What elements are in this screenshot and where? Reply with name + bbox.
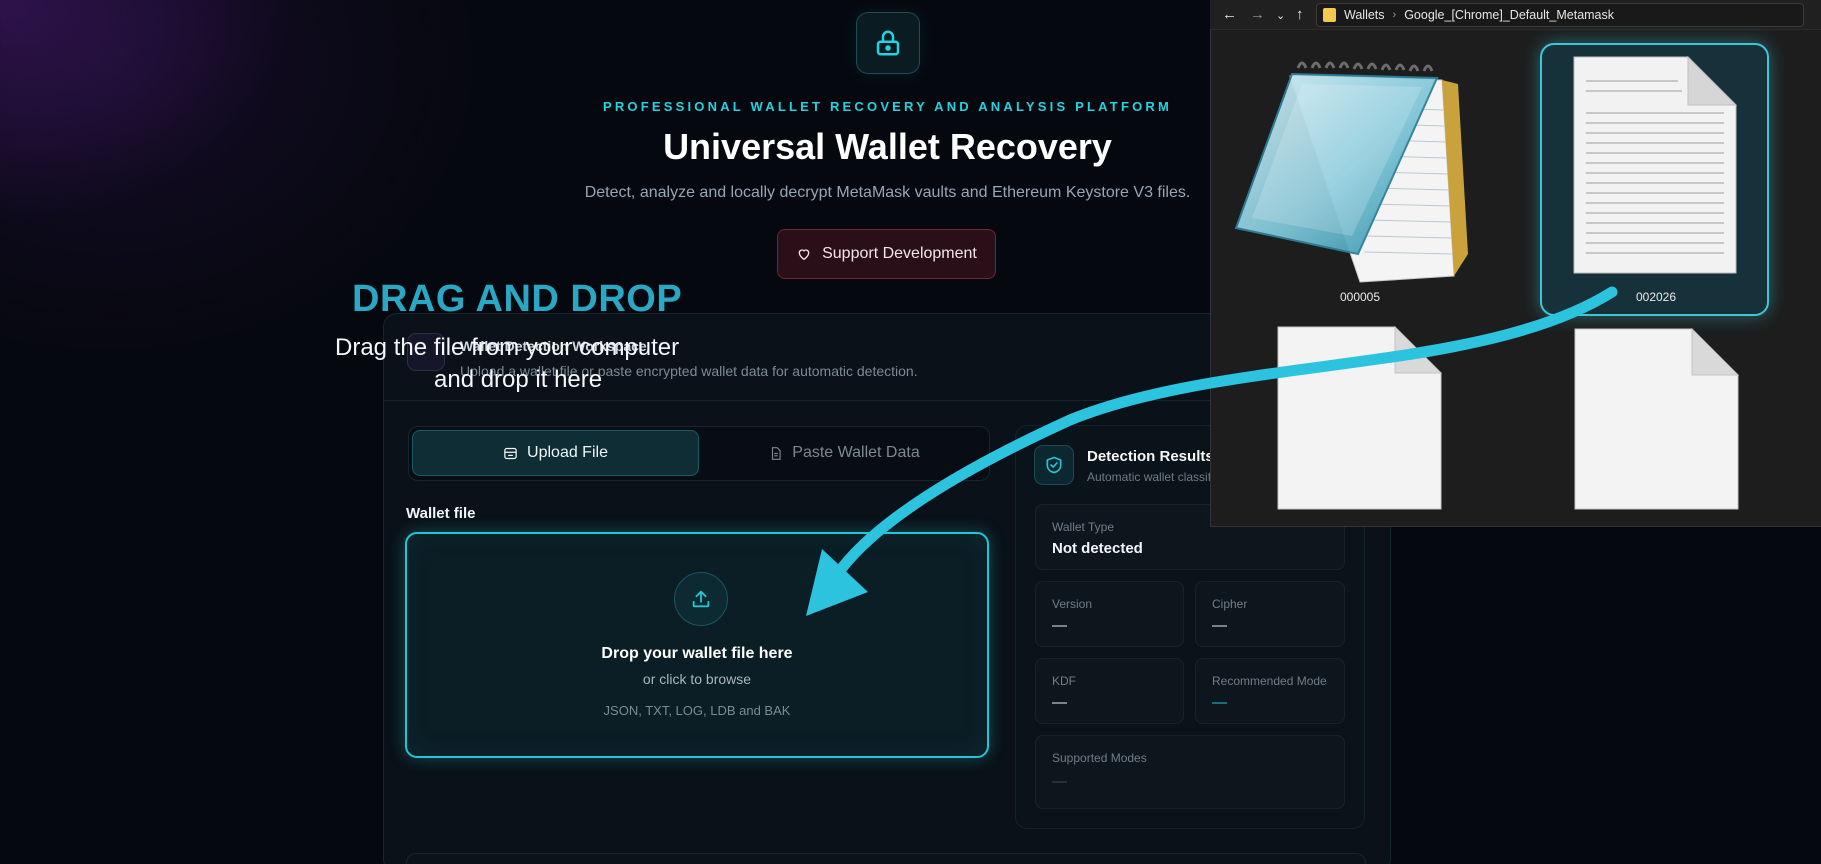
kdf-label: KDF	[1052, 674, 1076, 688]
version-label: Version	[1052, 597, 1093, 611]
file-name-000005: 000005	[1339, 290, 1381, 304]
lock-logo	[856, 12, 920, 74]
file-name-002026: 002026	[1635, 290, 1677, 304]
results-title: Detection Results	[1087, 448, 1214, 465]
explorer-address-bar[interactable]: Wallets › Google_[Chrome]_Default_Metama…	[1316, 3, 1804, 27]
shield-check-icon	[1046, 456, 1062, 474]
kdf-box: KDF —	[1035, 658, 1184, 724]
results-badge	[1034, 445, 1074, 485]
upload-icon	[692, 590, 710, 608]
supported-modes-value: —	[1052, 773, 1067, 790]
breadcrumb-wallets[interactable]: Wallets	[1344, 8, 1385, 22]
drag-instruction-line-2: and drop it here	[434, 366, 603, 393]
heart-icon	[798, 249, 810, 260]
file-item-002026[interactable]	[1572, 55, 1738, 275]
cipher-value: —	[1212, 617, 1227, 634]
upload-file-icon	[504, 447, 517, 459]
version-box: Version —	[1035, 581, 1184, 647]
dropzone-formats: JSON, TXT, LOG, LDB and BAK	[603, 703, 791, 718]
recommended-mode-label: Recommended Mode	[1212, 674, 1327, 688]
notepad-icon	[1234, 61, 1468, 283]
forward-arrow-icon[interactable]: →	[1250, 6, 1265, 23]
supported-modes-box: Supported Modes —	[1035, 735, 1345, 809]
cipher-box: Cipher —	[1195, 581, 1345, 647]
dropzone-title: Drop your wallet file here	[601, 645, 793, 662]
supported-modes-label: Supported Modes	[1052, 751, 1147, 765]
up-arrow-icon[interactable]: ↑	[1296, 6, 1304, 23]
wallet-file-label: Wallet file	[406, 505, 476, 522]
tab-paste-wallet-data[interactable]: Paste Wallet Data	[703, 430, 986, 476]
file-item-blank-1[interactable]	[1277, 325, 1443, 510]
file-item-000005[interactable]	[1232, 58, 1470, 288]
back-arrow-icon[interactable]: ←	[1222, 6, 1237, 23]
file-item-blank-2[interactable]	[1574, 327, 1740, 510]
drag-and-drop-heading: DRAG AND DROP	[352, 278, 683, 320]
recommended-mode-value: —	[1212, 694, 1227, 711]
wallet-type-value: Not detected	[1052, 540, 1143, 557]
tab-upload-file[interactable]: Upload File	[412, 430, 699, 476]
blank-file-icon	[1574, 327, 1740, 510]
tab-upload-file-label: Upload File	[527, 444, 608, 461]
dropzone-browse-hint: or click to browse	[642, 671, 752, 687]
support-development-button[interactable]: Support Development	[777, 229, 996, 279]
recommended-mode-box: Recommended Mode —	[1195, 658, 1345, 724]
lock-icon	[876, 30, 900, 56]
breadcrumb-metamask-folder[interactable]: Google_[Chrome]_Default_Metamask	[1404, 8, 1614, 22]
kdf-value: —	[1052, 694, 1067, 711]
drag-instruction-line-1: Drag the file from your computer	[335, 334, 680, 361]
chevron-right-icon: ›	[1392, 9, 1397, 21]
text-document-icon	[1573, 55, 1738, 274]
wallet-type-label: Wallet Type	[1052, 520, 1115, 534]
support-development-label: Support Development	[822, 245, 977, 262]
tab-paste-wallet-data-label: Paste Wallet Data	[792, 444, 920, 461]
cipher-label: Cipher	[1212, 597, 1248, 611]
document-icon	[772, 446, 781, 460]
history-chevron-icon[interactable]: ⌄	[1276, 9, 1285, 22]
blank-file-icon	[1277, 325, 1443, 510]
folder-icon	[1323, 8, 1336, 22]
version-value: —	[1052, 617, 1067, 634]
bottom-card	[406, 853, 1366, 864]
upload-icon-badge	[674, 572, 728, 626]
